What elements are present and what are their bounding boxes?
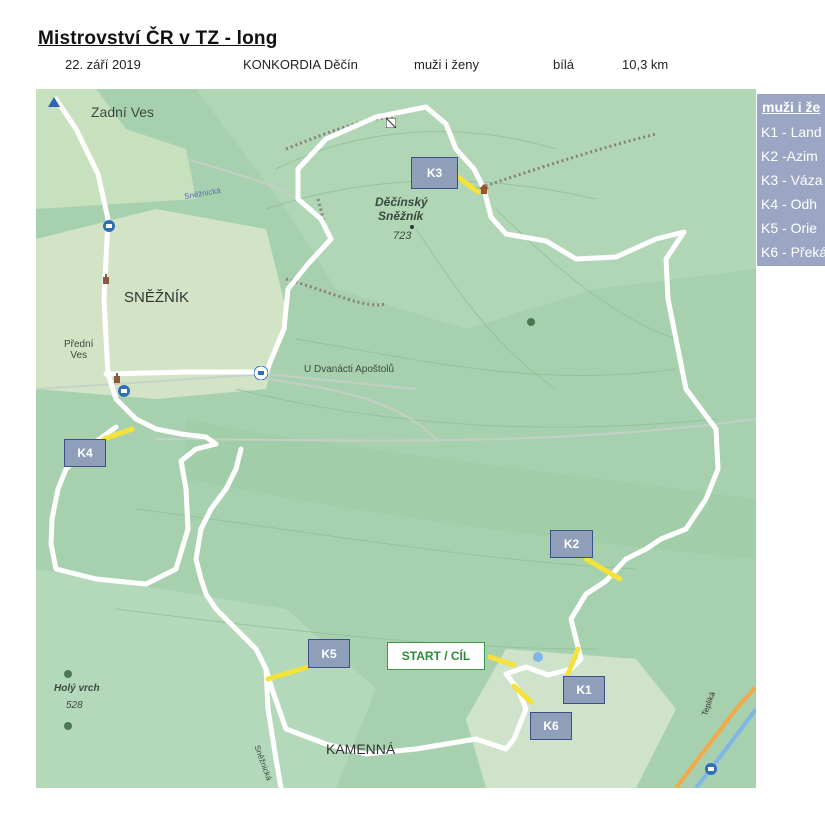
- pond: [533, 652, 543, 662]
- checkpoint-k5[interactable]: K5: [308, 639, 350, 668]
- label-predni-ves: Přední Ves: [64, 339, 94, 361]
- organizer: KONKORDIA Děčín: [243, 57, 358, 72]
- label-kamenna: KAMENNÁ: [326, 741, 396, 757]
- label-summit-1: Děčínský: [375, 195, 428, 209]
- checkpoint-k6[interactable]: K6: [530, 712, 572, 740]
- holy-vrch-tree: [64, 670, 72, 678]
- legend-item-k4: K4 - Odh: [761, 196, 818, 212]
- bus-stop-icon-2: [118, 385, 130, 397]
- hut-icon: [479, 184, 489, 194]
- checkpoint-k3[interactable]: K3: [411, 157, 458, 189]
- course-map[interactable]: Zadní Ves SNĚŽNÍK Přední Ves Děčínský Sn…: [36, 89, 756, 788]
- legend-item-k2: K2 -Azim: [761, 148, 818, 164]
- checkpoint-k6-label: K6: [543, 719, 559, 733]
- course-length: 10,3 km: [622, 57, 669, 72]
- trail-marking: bílá: [553, 57, 574, 72]
- checkpoint-k3-label: K3: [426, 166, 443, 180]
- lookout-icon: [386, 118, 396, 128]
- chapel-icon: [113, 373, 121, 383]
- legend-item-k5: K5 - Orie: [761, 220, 818, 236]
- label-holy-vrch: Holý vrch: [54, 683, 100, 694]
- checkpoint-k1[interactable]: K1: [563, 676, 605, 704]
- label-holy-vrch-elev: 528: [66, 700, 83, 711]
- label-summit-elev: 723: [393, 230, 412, 242]
- page-title: Mistrovství ČR v TZ - long: [38, 28, 278, 49]
- church-icon: [102, 274, 110, 284]
- start-finish-label: START / CÍL: [401, 649, 471, 663]
- label-summit-2: Sněžník: [378, 209, 424, 223]
- bus-stop-icon-3: [705, 763, 717, 775]
- label-zadni-ves: Zadní Ves: [91, 104, 155, 120]
- label-u-dvanacti: U Dvanácti Apoštolů: [304, 364, 395, 375]
- category: muži i ženy: [414, 57, 480, 72]
- bus-stop-icon: [103, 220, 115, 232]
- label-sneznik: SNĚŽNÍK: [124, 289, 190, 306]
- checkpoint-k2-label: K2: [563, 537, 580, 551]
- campsite-icon: [48, 97, 60, 107]
- summit-point: [410, 225, 414, 229]
- legend-item-k6: K6 - Překá: [761, 244, 825, 260]
- checkpoint-k4-label: K4: [77, 446, 93, 460]
- legend-panel: muži i že K1 - Land K2 -Azim K3 - Váza K…: [757, 94, 825, 266]
- start-finish-box[interactable]: START / CÍL: [387, 642, 485, 670]
- event-date: 22. září 2019: [65, 57, 141, 72]
- map-graphics: [36, 89, 756, 788]
- checkpoint-k4[interactable]: K4: [64, 439, 106, 467]
- legend-item-k3: K3 - Váza: [761, 172, 823, 188]
- legend-item-k1: K1 - Land: [761, 124, 822, 140]
- checkpoint-k1-label: K1: [576, 683, 592, 697]
- legend-heading: muži i že: [762, 99, 821, 115]
- parking-icon: [254, 366, 268, 380]
- holy-vrch-tree-2: [64, 722, 72, 730]
- checkpoint-k5-label: K5: [321, 646, 337, 661]
- tree-symbol: [527, 318, 535, 326]
- checkpoint-k2[interactable]: K2: [550, 530, 593, 558]
